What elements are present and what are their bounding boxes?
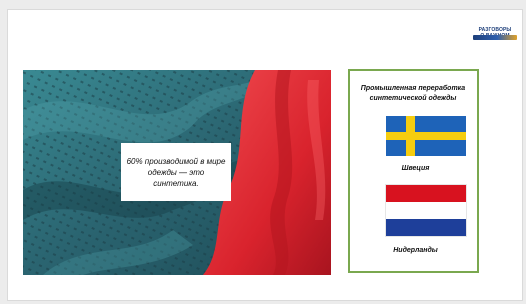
photo-caption: 60% производимой в мире одежды — это син… [126, 156, 226, 188]
caption-box: 60% производимой в мире одежды — это син… [121, 143, 231, 201]
logo-bar [473, 35, 517, 40]
sweden-flag-horizontal-stripe [386, 132, 466, 140]
netherlands-flag-blue-stripe [386, 219, 466, 236]
recycling-panel: Промышленная переработка синтетической о… [348, 69, 479, 273]
sweden-flag-vertical-stripe [406, 116, 415, 156]
netherlands-flag-red-stripe [386, 185, 466, 202]
logo: РАЗГОВОРЫ О ВАЖНОМ [473, 27, 517, 44]
sweden-flag [386, 116, 466, 156]
country-label-sweden: Швеция [401, 165, 430, 172]
country-label-netherlands: Нидерланды [393, 247, 438, 254]
panel-title: Промышленная переработка синтетической о… [360, 85, 466, 102]
netherlands-flag [386, 185, 466, 236]
